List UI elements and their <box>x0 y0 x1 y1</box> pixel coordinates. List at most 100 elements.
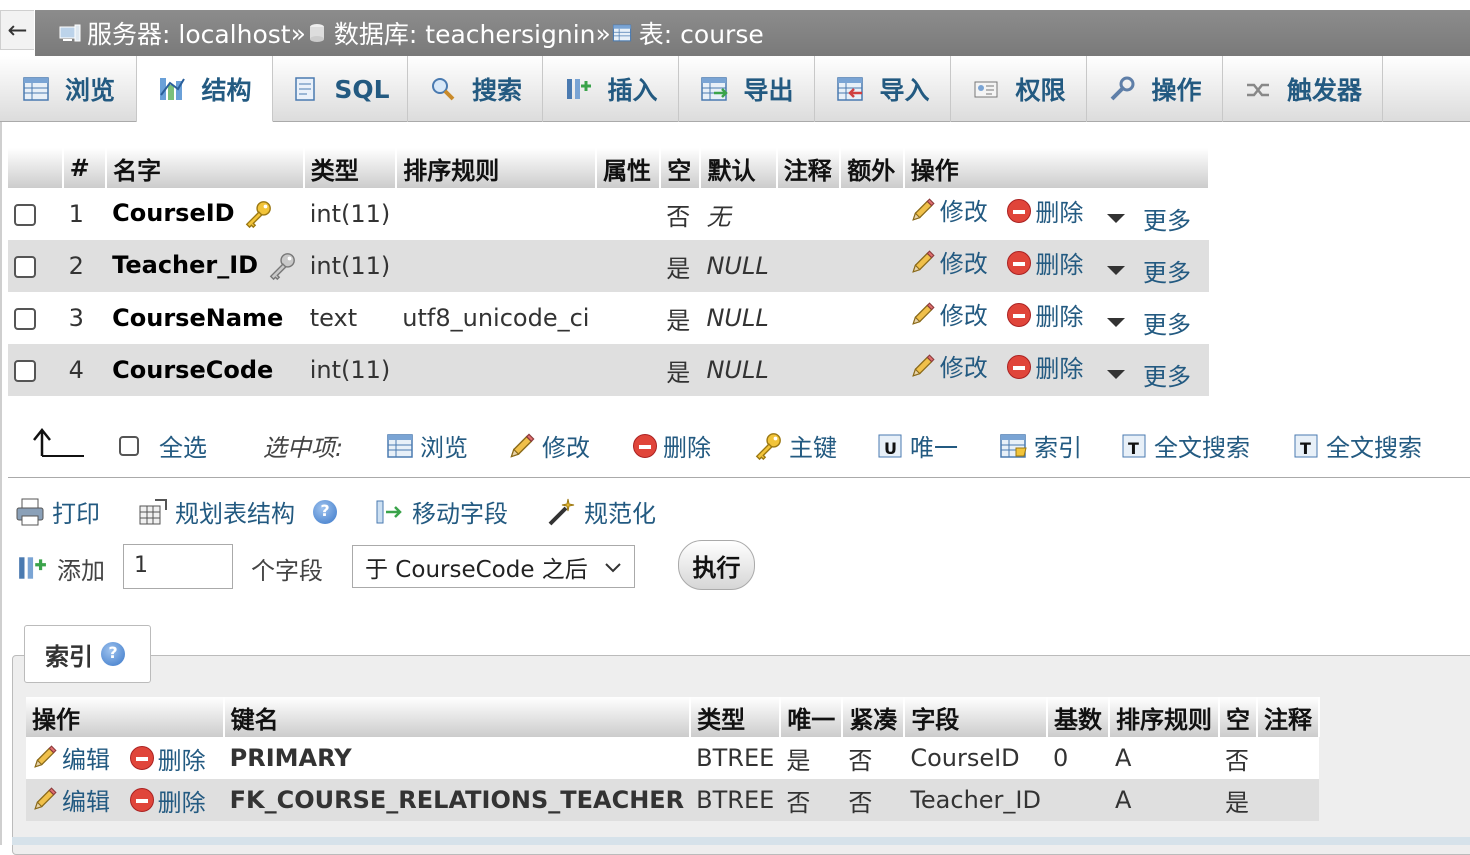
breadcrumb-table[interactable]: 表: course <box>611 15 764 51</box>
more-label: 更多 <box>1143 206 1191 235</box>
delete-icon <box>633 433 657 458</box>
tab-operations[interactable]: 操作 <box>1087 56 1223 122</box>
help-icon[interactable] <box>313 499 337 524</box>
bulk-index-button[interactable]: 索引 <box>998 428 1082 463</box>
header-attributes[interactable]: 属性 <box>596 148 662 188</box>
header-extra[interactable]: 额外 <box>840 148 905 188</box>
chevron-down-icon <box>1107 317 1125 327</box>
drop-button[interactable]: 删除 <box>1007 245 1083 280</box>
row-checkbox[interactable] <box>14 256 36 278</box>
primary-key-icon <box>242 199 274 229</box>
row-checkbox[interactable] <box>14 308 36 330</box>
header-name[interactable]: 名字 <box>106 148 305 188</box>
field-position-value: 于 CourseCode 之后 <box>365 556 588 583</box>
table-tabs: 浏览 结构 SQL 搜索 插入 导出 导入 权限 操作 触发器 <box>0 56 1470 122</box>
column-name: CourseCode <box>112 356 274 384</box>
change-label: 修改 <box>939 250 988 279</box>
header-num: # <box>62 148 108 188</box>
bulk-drop-button[interactable]: 删除 <box>633 428 711 463</box>
row-checkbox[interactable] <box>14 360 36 382</box>
row-name-cell: CourseID <box>106 188 304 240</box>
header-default[interactable]: 默认 <box>700 148 778 188</box>
tab-label: 结构 <box>201 75 252 105</box>
tab-export[interactable]: 导出 <box>679 56 815 122</box>
check-all[interactable]: 全选 <box>119 428 207 463</box>
breadcrumb-database[interactable]: 数据库: teachersignin <box>306 15 596 51</box>
bulk-primary-button[interactable]: 主键 <box>753 428 837 463</box>
scroll-edge <box>12 837 1470 845</box>
propose-structure-button[interactable]: 规划表结构 <box>137 494 337 529</box>
edit-index-button[interactable]: 编辑 <box>32 782 110 817</box>
bulk-spatial-label: 全文搜索 <box>1154 434 1250 462</box>
print-button[interactable]: 打印 <box>14 494 100 529</box>
change-button[interactable]: 修改 <box>910 244 988 279</box>
header-collation[interactable]: 排序规则 <box>396 148 598 188</box>
tab-search[interactable]: 搜索 <box>408 56 543 122</box>
more-button[interactable]: 更多 <box>1103 201 1191 236</box>
drop-button[interactable]: 删除 <box>1007 297 1083 332</box>
row-type: int(11) <box>303 344 397 396</box>
tab-structure[interactable]: 结构 <box>137 56 273 122</box>
idx-packed: 否 <box>842 737 905 779</box>
move-columns-button[interactable]: 移动字段 <box>374 494 508 529</box>
export-icon <box>699 75 729 103</box>
row-type: int(11) <box>303 240 397 292</box>
idx-comment <box>1256 779 1319 821</box>
drop-button[interactable]: 删除 <box>1007 193 1083 228</box>
row-name-cell: CourseCode <box>106 344 304 396</box>
tab-sql[interactable]: SQL <box>273 56 408 122</box>
idx-header-keyname: 键名 <box>223 697 692 737</box>
tab-import[interactable]: 导入 <box>815 56 951 122</box>
tab-label: SQL <box>334 74 390 104</box>
bulk-drop-label: 删除 <box>663 434 711 462</box>
drop-label: 删除 <box>1035 355 1084 384</box>
normalize-button[interactable]: 规范化 <box>546 494 656 529</box>
drop-label: 删除 <box>1035 199 1084 228</box>
tab-label: 触发器 <box>1286 76 1362 105</box>
drop-index-button[interactable]: 删除 <box>129 741 206 776</box>
idx-header-unique: 唯一 <box>780 697 844 737</box>
row-null: 是 <box>660 292 701 344</box>
delete-icon <box>129 788 154 813</box>
drop-button[interactable]: 删除 <box>1007 349 1083 384</box>
tab-privileges[interactable]: 权限 <box>951 56 1087 122</box>
edit-index-button[interactable]: 编辑 <box>32 740 110 775</box>
change-button[interactable]: 修改 <box>910 348 988 383</box>
collapse-nav-button[interactable]: ← <box>0 10 34 50</box>
header-type[interactable]: 类型 <box>303 148 398 188</box>
table-header-row: # 名字 类型 排序规则 属性 空 默认 注释 额外 操作 <box>8 148 1211 188</box>
field-position-select[interactable]: 于 CourseCode 之后 <box>352 545 635 588</box>
bulk-unique-button[interactable]: U 唯一 <box>876 428 958 463</box>
tab-label: 操作 <box>1151 76 1202 105</box>
bulk-change-button[interactable]: 修改 <box>508 428 590 463</box>
table-row: 编辑 删除 PRIMARY BTREE 是 否 CourseID 0 A 否 <box>26 737 1319 779</box>
more-button[interactable]: 更多 <box>1103 305 1191 340</box>
more-label: 更多 <box>1143 310 1191 339</box>
header-comment[interactable]: 注释 <box>776 148 842 188</box>
row-checkbox[interactable] <box>14 204 36 226</box>
tab-triggers[interactable]: 触发器 <box>1223 56 1383 122</box>
tab-insert[interactable]: 插入 <box>543 56 679 122</box>
more-button[interactable]: 更多 <box>1103 357 1191 392</box>
tab-browse[interactable]: 浏览 <box>0 56 137 122</box>
pencil-icon <box>910 197 936 223</box>
help-icon[interactable] <box>101 642 125 666</box>
idx-collation: A <box>1108 737 1219 779</box>
add-field-count-input[interactable]: 1 <box>123 544 233 589</box>
more-button[interactable]: 更多 <box>1103 253 1191 288</box>
bulk-fulltext-button[interactable]: T 全文搜索 <box>1292 428 1422 463</box>
breadcrumb-server[interactable]: 服务器: localhost <box>59 15 291 51</box>
row-name-cell: CourseName <box>106 292 304 344</box>
go-button[interactable]: 执行 <box>678 540 755 590</box>
drop-index-button[interactable]: 删除 <box>129 783 206 818</box>
bulk-spatial-button[interactable]: T 全文搜索 <box>1120 428 1250 463</box>
search-icon <box>431 78 455 101</box>
page-left-border <box>0 56 2 845</box>
check-all-checkbox[interactable] <box>119 435 139 456</box>
bulk-browse-button[interactable]: 浏览 <box>386 428 468 463</box>
drop-label: 删除 <box>1035 251 1084 280</box>
change-button[interactable]: 修改 <box>910 192 988 227</box>
change-button[interactable]: 修改 <box>910 296 988 331</box>
bulk-index-label: 索引 <box>1034 434 1082 462</box>
header-null[interactable]: 空 <box>660 148 702 188</box>
